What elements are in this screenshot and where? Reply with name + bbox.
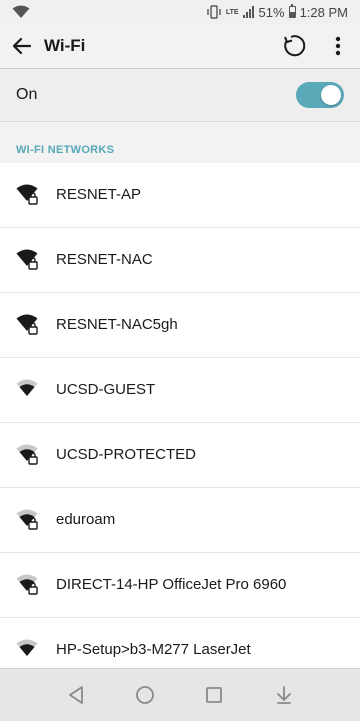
network-name: DIRECT-14-HP OfficeJet Pro 6960 xyxy=(56,576,287,593)
clock: 1:28 PM xyxy=(299,4,348,20)
system-nav-bar xyxy=(0,668,360,721)
nav-back-button[interactable] xyxy=(64,683,88,707)
status-bar-right: LTE 51% 1:28 PM xyxy=(206,3,348,21)
battery-percent: 51% xyxy=(258,4,285,20)
wifi-secured-icon xyxy=(16,249,38,270)
network-item[interactable]: RESNET-NAC xyxy=(0,228,360,293)
wifi-switch[interactable] xyxy=(296,82,344,108)
page-title: Wi-Fi xyxy=(44,36,86,55)
network-item[interactable]: UCSD-GUEST xyxy=(0,358,360,423)
wifi-secured-icon xyxy=(16,314,38,335)
network-item[interactable]: RESNET-NAC5gh xyxy=(0,293,360,358)
network-name: RESNET-NAC xyxy=(56,251,153,268)
recents-icon xyxy=(206,687,222,703)
wifi-secured-icon xyxy=(16,444,38,465)
wifi-open-icon xyxy=(16,379,38,396)
network-name: RESNET-AP xyxy=(56,186,142,203)
switch-knob xyxy=(321,85,341,105)
network-name: UCSD-PROTECTED xyxy=(56,446,197,463)
nav-home-button[interactable] xyxy=(133,683,157,707)
wifi-secured-icon xyxy=(16,509,38,530)
wifi-secured-icon xyxy=(16,574,38,595)
nav-notification-button[interactable] xyxy=(272,683,296,707)
more-vert-icon xyxy=(335,36,341,56)
network-item[interactable]: UCSD-PROTECTED xyxy=(0,423,360,488)
refresh-icon xyxy=(284,35,306,57)
signal-icon xyxy=(242,6,254,18)
refresh-button[interactable] xyxy=(280,32,308,60)
vibrate-icon xyxy=(207,5,221,19)
wifi-secured-icon xyxy=(16,184,38,205)
home-icon xyxy=(136,686,154,704)
network-name: RESNET-NAC5gh xyxy=(56,316,178,333)
network-item[interactable]: DIRECT-14-HP OfficeJet Pro 6960 xyxy=(0,553,360,618)
wifi-open-icon xyxy=(16,639,38,656)
lte-label: LTE xyxy=(225,8,239,16)
app-toolbar: Wi-Fi xyxy=(0,24,360,69)
nav-recents-button[interactable] xyxy=(202,683,226,707)
network-name: HP-Setup>b3-M277 LaserJet xyxy=(56,641,251,658)
network-name: UCSD-GUEST xyxy=(56,381,156,398)
status-bar: LTE 51% 1:28 PM xyxy=(0,0,360,24)
section-title: WI-FI NETWORKS xyxy=(16,144,115,156)
network-name: eduroam xyxy=(56,511,116,528)
arrow-left-icon xyxy=(12,37,32,55)
wifi-status-icon xyxy=(12,5,30,18)
wifi-toggle-row[interactable]: On xyxy=(0,69,360,122)
notification-pull-icon xyxy=(277,686,291,704)
back-icon xyxy=(69,686,83,704)
battery-icon xyxy=(288,4,296,18)
more-options-button[interactable] xyxy=(324,32,352,60)
network-item[interactable]: eduroam xyxy=(0,488,360,553)
wifi-toggle-label: On xyxy=(16,86,38,103)
networks-section-header: WI-FI NETWORKS xyxy=(0,122,360,162)
network-item[interactable]: RESNET-AP xyxy=(0,163,360,228)
back-button[interactable] xyxy=(8,32,36,60)
network-list: RESNET-AP RESNET-NAC RESNET-NAC5gh UCSD-… xyxy=(0,163,360,682)
